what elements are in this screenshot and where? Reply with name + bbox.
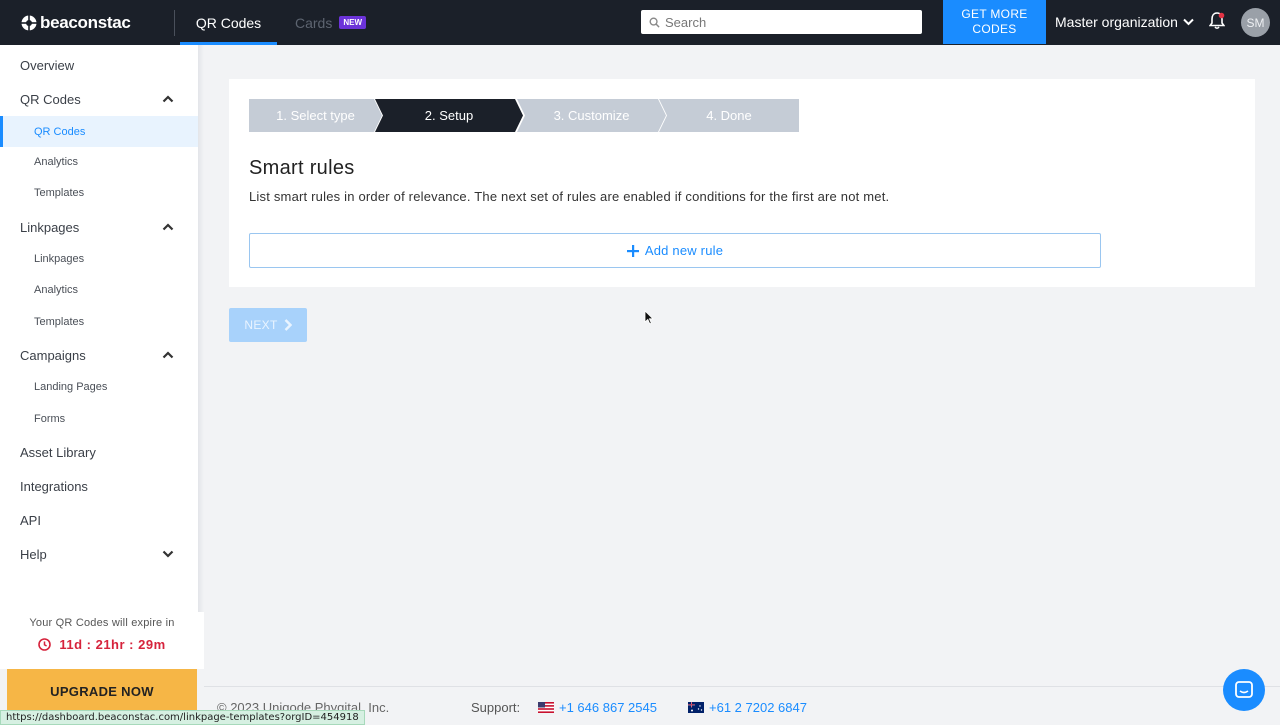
sidebar-item-integrations[interactable]: Integrations: [0, 474, 198, 498]
sidebar-section-label: Linkpages: [20, 219, 80, 235]
step-customize[interactable]: 3. Customize: [517, 99, 666, 132]
get-more-codes-button[interactable]: GET MORE CODES: [943, 0, 1046, 44]
add-new-rule-label: Add new rule: [644, 243, 724, 258]
logo-divider: [174, 9, 175, 36]
expiry-timer-value: 11d : 21hr : 29m: [59, 637, 166, 652]
wizard-steps: 1. Select type 2. Setup 3. Customize 4. …: [249, 99, 799, 132]
chevron-up-icon: [162, 223, 174, 231]
sidebar-item-label: Integrations: [20, 478, 88, 494]
sidebar-section-qr-codes[interactable]: QR Codes: [0, 87, 198, 111]
beaconstac-logo-icon: [21, 14, 37, 31]
notification-bell-icon[interactable]: [1209, 12, 1225, 30]
sidebar-section-campaigns[interactable]: Campaigns: [0, 343, 198, 367]
sidebar-item-label: Analytics: [34, 156, 79, 168]
footer: © 2023 Uniqode Phygital, Inc. Support: +…: [204, 686, 1280, 725]
get-more-line2: CODES: [972, 22, 1017, 36]
step-label: 4. Done: [706, 108, 752, 123]
sidebar-item-label: Overview: [20, 57, 75, 73]
search-icon: [649, 17, 660, 28]
mouse-cursor-icon: [644, 310, 654, 325]
expiry-text: Your QR Codes will expire in: [29, 617, 175, 629]
sidebar-item-label: Templates: [34, 316, 85, 328]
step-label: 1. Select type: [276, 108, 355, 123]
sidebar-section-label: QR Codes: [20, 91, 81, 107]
sidebar-section-label: Help: [20, 546, 47, 562]
sidebar-item-api[interactable]: API: [0, 508, 198, 532]
tab-cards-label: Cards: [295, 14, 333, 31]
organization-name: Master organization: [1055, 14, 1178, 30]
sidebar-item-forms[interactable]: Forms: [0, 407, 198, 431]
next-button[interactable]: NEXT: [229, 308, 307, 342]
step-setup[interactable]: 2. Setup: [375, 99, 523, 132]
beaconstac-logo[interactable]: beaconstac: [21, 0, 154, 45]
us-flag-icon: [538, 702, 554, 713]
sidebar-item-asset-library[interactable]: Asset Library: [0, 440, 198, 464]
sidebar-item-linkpages-templates[interactable]: Templates: [0, 310, 198, 334]
step-label: 3. Customize: [553, 108, 630, 123]
chevron-up-icon: [162, 95, 174, 103]
next-button-label: NEXT: [244, 318, 278, 332]
plus-icon: [626, 244, 639, 257]
get-more-line1: GET MORE: [961, 7, 1028, 21]
sidebar-item-label: Linkpages: [34, 253, 85, 265]
support-label: Support:: [471, 700, 521, 715]
chat-button[interactable]: [1223, 669, 1265, 711]
tab-qr-codes-label: QR Codes: [195, 14, 262, 31]
tab-qr-codes[interactable]: QR Codes: [180, 0, 277, 45]
sidebar-item-landing-pages[interactable]: Landing Pages: [0, 375, 198, 399]
search-input[interactable]: [665, 14, 915, 30]
sidebar-shadow: [198, 45, 204, 615]
sidebar-item-label: Landing Pages: [34, 381, 108, 393]
expiry-notice: Your QR Codes will expire in 11d : 21hr …: [0, 612, 204, 669]
step-label: 2. Setup: [424, 108, 474, 123]
sidebar-section-help[interactable]: Help: [0, 542, 198, 566]
sidebar-item-label: QR Codes: [34, 125, 86, 138]
page-description: List smart rules in order of relevance. …: [249, 189, 890, 204]
sidebar-item-label: API: [20, 512, 41, 528]
sidebar-section-linkpages[interactable]: Linkpages: [0, 215, 198, 239]
search-box[interactable]: [641, 10, 922, 34]
sidebar-item-qr-codes[interactable]: QR Codes: [0, 116, 198, 147]
sidebar-item-linkpages-analytics[interactable]: Analytics: [0, 278, 198, 302]
upgrade-now-button[interactable]: UPGRADE NOW: [7, 669, 197, 713]
clock-icon: [38, 638, 52, 651]
add-new-rule-button[interactable]: Add new rule: [249, 233, 1101, 268]
expiry-timer: 11d : 21hr : 29m: [0, 637, 204, 652]
chevron-down-icon: [162, 550, 174, 558]
step-done[interactable]: 4. Done: [659, 99, 799, 132]
logo-text: beaconstac: [40, 12, 131, 32]
page-title: Smart rules: [249, 157, 355, 179]
smart-rules-card: 1. Select type 2. Setup 3. Customize 4. …: [229, 79, 1255, 287]
sidebar-item-overview[interactable]: Overview: [0, 53, 198, 77]
phone-us-link[interactable]: +1 646 867 2545: [538, 700, 657, 715]
phone-us-number: +1 646 867 2545: [559, 700, 657, 715]
sidebar-item-label: Asset Library: [20, 444, 96, 460]
sidebar-item-qr-templates[interactable]: Templates: [0, 181, 198, 205]
chevron-down-icon: [1183, 18, 1194, 26]
chevron-up-icon: [162, 351, 174, 359]
chevron-right-icon: [284, 319, 292, 331]
sidebar-item-label: Analytics: [34, 284, 79, 296]
sidebar-section-label: Campaigns: [20, 347, 86, 363]
sidebar-item-label: Forms: [34, 413, 66, 425]
browser-status-url: https://dashboard.beaconstac.com/linkpag…: [0, 710, 365, 725]
organization-selector[interactable]: Master organization: [1055, 0, 1194, 44]
chat-icon: [1235, 681, 1253, 698]
sidebar: Overview QR Codes QR Codes Analytics Tem…: [0, 45, 198, 615]
sidebar-item-qr-analytics[interactable]: Analytics: [0, 150, 198, 174]
australia-flag-icon: [688, 702, 704, 713]
step-select-type[interactable]: 1. Select type: [249, 99, 382, 132]
sidebar-item-linkpages[interactable]: Linkpages: [0, 247, 198, 271]
new-badge: NEW: [339, 16, 367, 29]
avatar[interactable]: SM: [1241, 8, 1270, 37]
phone-au-link[interactable]: +61 2 7202 6847: [688, 700, 807, 715]
sidebar-item-label: Templates: [34, 187, 85, 199]
phone-au-number: +61 2 7202 6847: [709, 700, 807, 715]
tab-cards[interactable]: Cards NEW: [295, 0, 367, 45]
